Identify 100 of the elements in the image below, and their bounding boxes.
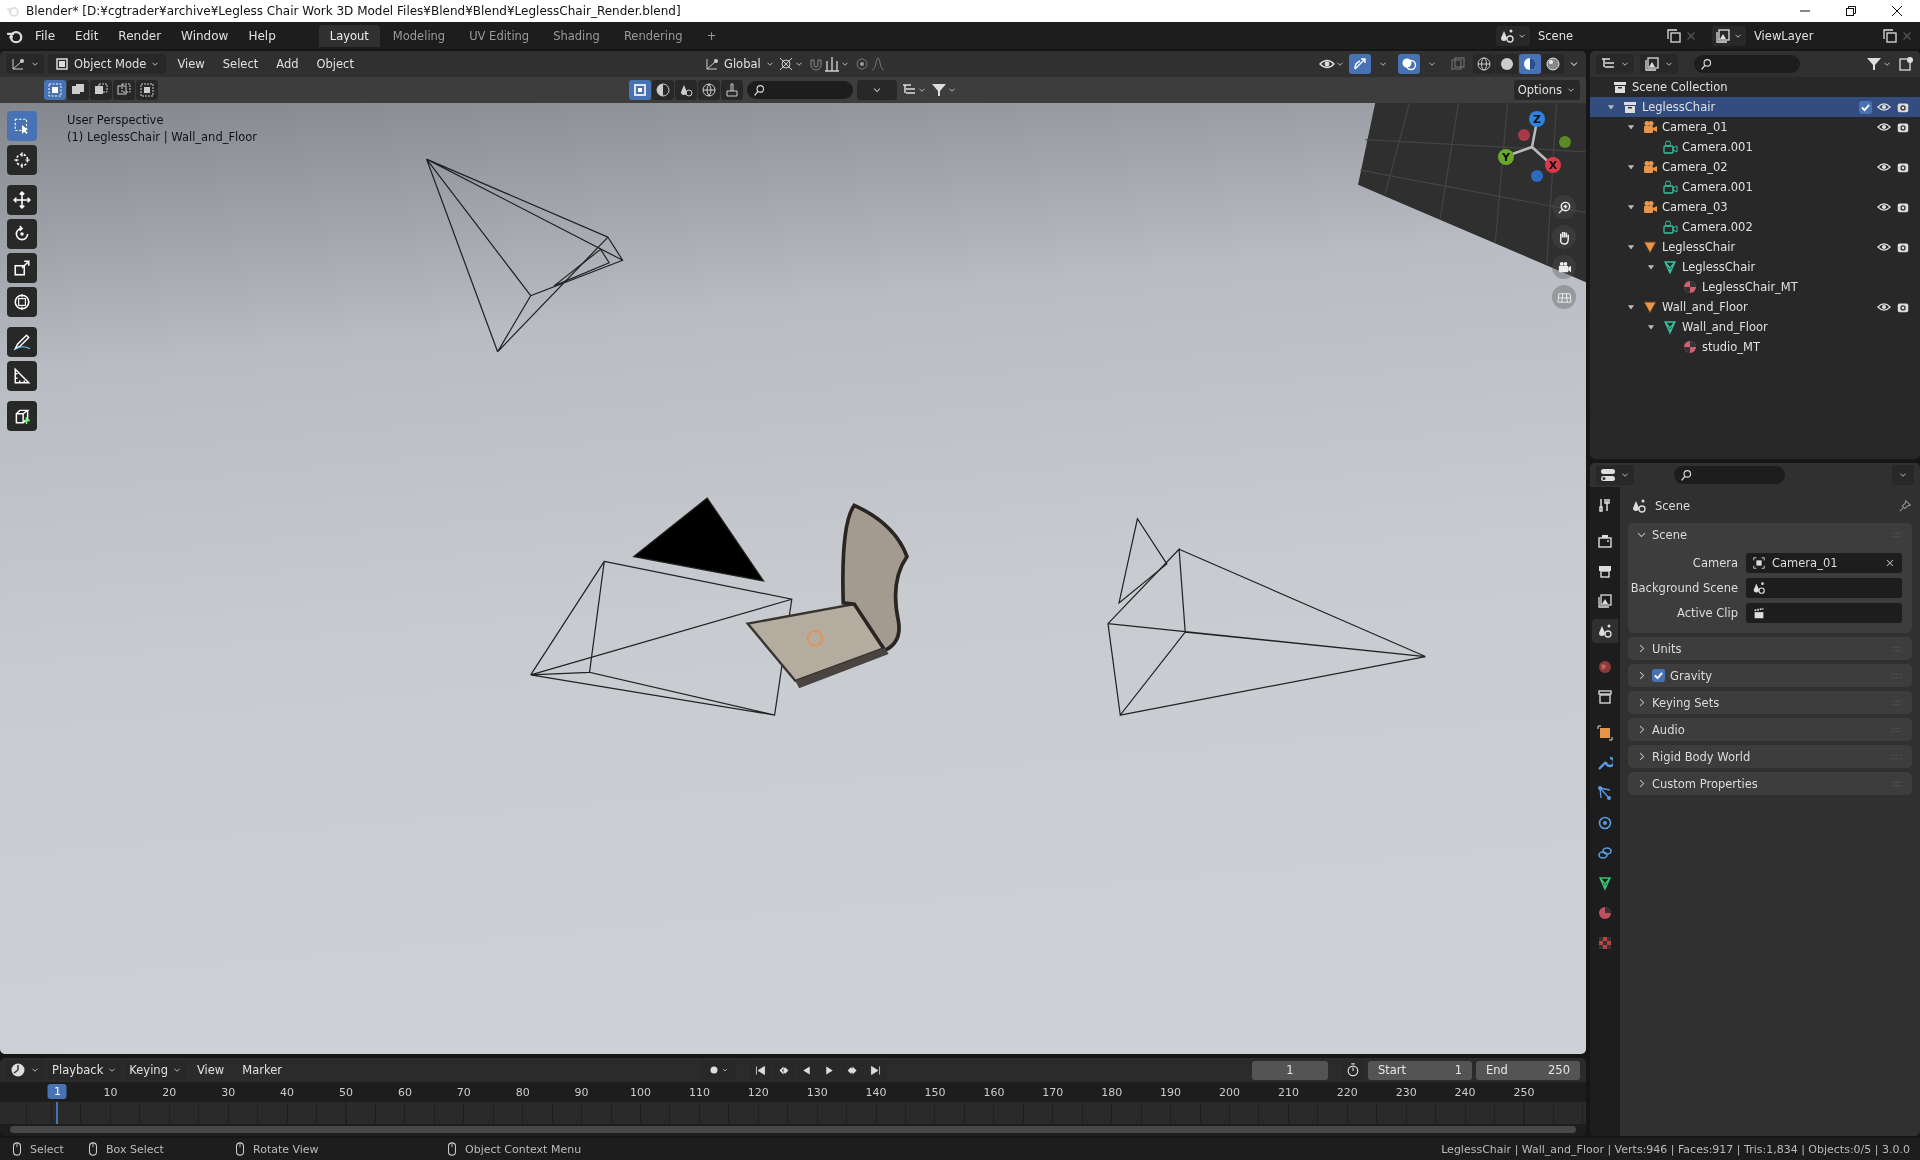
start-frame-field[interactable]: Start 1 [1368,1060,1472,1080]
menu-item[interactable]: Window [172,25,238,46]
window-title: Blender* [D:¥cgtrader¥archive¥Legless Chair Work 3D Model Files¥Blend¥Blend¥LeglessChair_Render.blend] [26,4,681,18]
frame-number: 150 [924,1086,946,1099]
context-label: Scene [1655,499,1691,513]
item-name: Scene Collection [1632,80,1728,94]
panel-header[interactable]: Rigid Body World [1628,745,1912,768]
menu-dropdown[interactable]: Playback [48,1060,122,1080]
menu-item[interactable]: Object [309,55,361,73]
item-name: LeglessChair [1642,100,1716,114]
outliner-item[interactable]: Wall_and_Floor [1590,317,1920,337]
frame-number: 10 [103,1086,118,1099]
panel-header[interactable]: Custom Properties [1628,772,1912,795]
item-name: Camera_03 [1662,200,1728,214]
menu-item[interactable]: View [170,55,212,73]
panel-header[interactable]: Units [1628,637,1912,660]
item-name: Camera_01 [1662,120,1728,134]
orientation-dropdown[interactable]: Global [700,54,774,74]
panel-title: Scene [1652,527,1688,542]
axis-label: Z [1533,113,1541,126]
item-name: Wall_and_Floor [1682,320,1768,334]
workspace-tab[interactable]: UV Editing [458,24,541,47]
menu-item[interactable]: Add [269,55,306,73]
frame-number: 120 [747,1086,769,1099]
workspace-tab[interactable]: Shading [542,24,611,47]
frame-number: 140 [865,1086,887,1099]
frame-number: 60 [397,1086,412,1099]
field-label: Active Clip [1676,605,1738,620]
frame-number: 100 [630,1086,651,1099]
menu-item[interactable]: Marker [235,1061,289,1079]
mode-dropdown[interactable]: Object Mode [48,54,167,74]
item-name: studio_MT [1702,340,1761,354]
menu-item[interactable]: File [26,25,65,46]
panel-title: Custom Properties [1652,776,1758,791]
item-name: LeglessChair [1682,260,1756,274]
outliner-item[interactable]: studio_MT [1590,337,1920,357]
outliner-item[interactable]: Camera_01 [1590,117,1920,137]
outliner-item[interactable]: Camera.001 [1590,137,1920,157]
outliner-item[interactable]: Camera_03 [1590,197,1920,217]
frame-number: 70 [456,1086,471,1099]
panel-title: Units [1652,641,1682,656]
outliner-item[interactable]: LeglessChair [1590,237,1920,257]
options-dropdown[interactable]: Options [1513,80,1580,100]
item-name: Camera.001 [1682,180,1753,194]
field-input[interactable]: Camera_01 [1746,552,1902,573]
outliner-item[interactable]: Wall_and_Floor [1590,297,1920,317]
outliner-item[interactable]: Camera_02 [1590,157,1920,177]
item-name: Camera.001 [1682,140,1753,154]
panel-header[interactable]: Keying Sets [1628,691,1912,714]
workspace-tab[interactable]: Layout [318,24,380,47]
frame-number: 20 [162,1086,177,1099]
frame-number: 250 [1513,1086,1535,1099]
shortcut-hint: Select [30,1142,64,1156]
item-name: LeglessChair [1662,240,1736,254]
frame-number: 160 [983,1086,1005,1099]
workspace-tab[interactable]: Rendering [612,24,694,47]
frame-number: 40 [280,1086,295,1099]
frame-number: 50 [339,1086,353,1099]
workspace-tab[interactable]: Modeling [381,24,457,47]
frame-number: 80 [515,1086,530,1099]
outliner-item[interactable]: LeglessChair_MT [1590,277,1920,297]
menu-item[interactable]: Render [109,25,171,46]
shortcut-hint: Rotate View [253,1142,319,1156]
menu-item[interactable]: Help [239,25,285,46]
outliner-item[interactable]: Scene Collection [1590,77,1920,97]
panel-header[interactable]: Gravity [1628,664,1912,687]
end-frame-field[interactable]: End 250 [1476,1060,1580,1080]
panel-header[interactable]: Audio [1628,718,1912,741]
panel-header[interactable]: Scene [1628,523,1912,546]
menu-dropdown[interactable]: Keying [125,1060,186,1080]
current-frame-field[interactable]: 1 [1252,1060,1328,1080]
frame-number: 220 [1336,1086,1358,1099]
frame-number: 180 [1101,1086,1123,1099]
axis-label: X [1548,159,1558,172]
axis-label: Y [1502,151,1510,164]
item-name: Camera_02 [1662,160,1728,174]
frame-number: 200 [1219,1086,1240,1099]
panel-title: Gravity [1670,668,1712,683]
frame-number: 240 [1454,1086,1476,1099]
panel-title: Keying Sets [1652,695,1720,710]
frame-number: 110 [688,1086,710,1099]
item-name: Camera.002 [1682,220,1753,234]
menu-item[interactable]: View [189,1061,232,1079]
outliner-item[interactable]: Camera.002 [1590,217,1920,237]
view-name: User Perspective [67,113,165,127]
panel-title: Audio [1652,722,1685,737]
menu-item[interactable]: Edit [66,25,108,46]
current-frame-marker: 1 [47,1084,67,1099]
outliner-item[interactable]: LeglessChair [1590,97,1920,117]
add-workspace-button[interactable]: + [695,24,728,47]
outliner-item[interactable]: Camera.001 [1590,177,1920,197]
outliner-item[interactable]: LeglessChair [1590,257,1920,277]
shortcut-hint: Object Context Menu [465,1142,582,1156]
frame-number: 230 [1395,1086,1417,1099]
item-name: Wall_and_Floor [1662,300,1748,314]
frame-number: 90 [574,1086,589,1099]
frame-number: 170 [1042,1086,1064,1099]
menu-item[interactable]: Select [215,55,266,73]
frame-number: 130 [806,1086,828,1099]
shortcut-hint: Box Select [106,1142,164,1156]
